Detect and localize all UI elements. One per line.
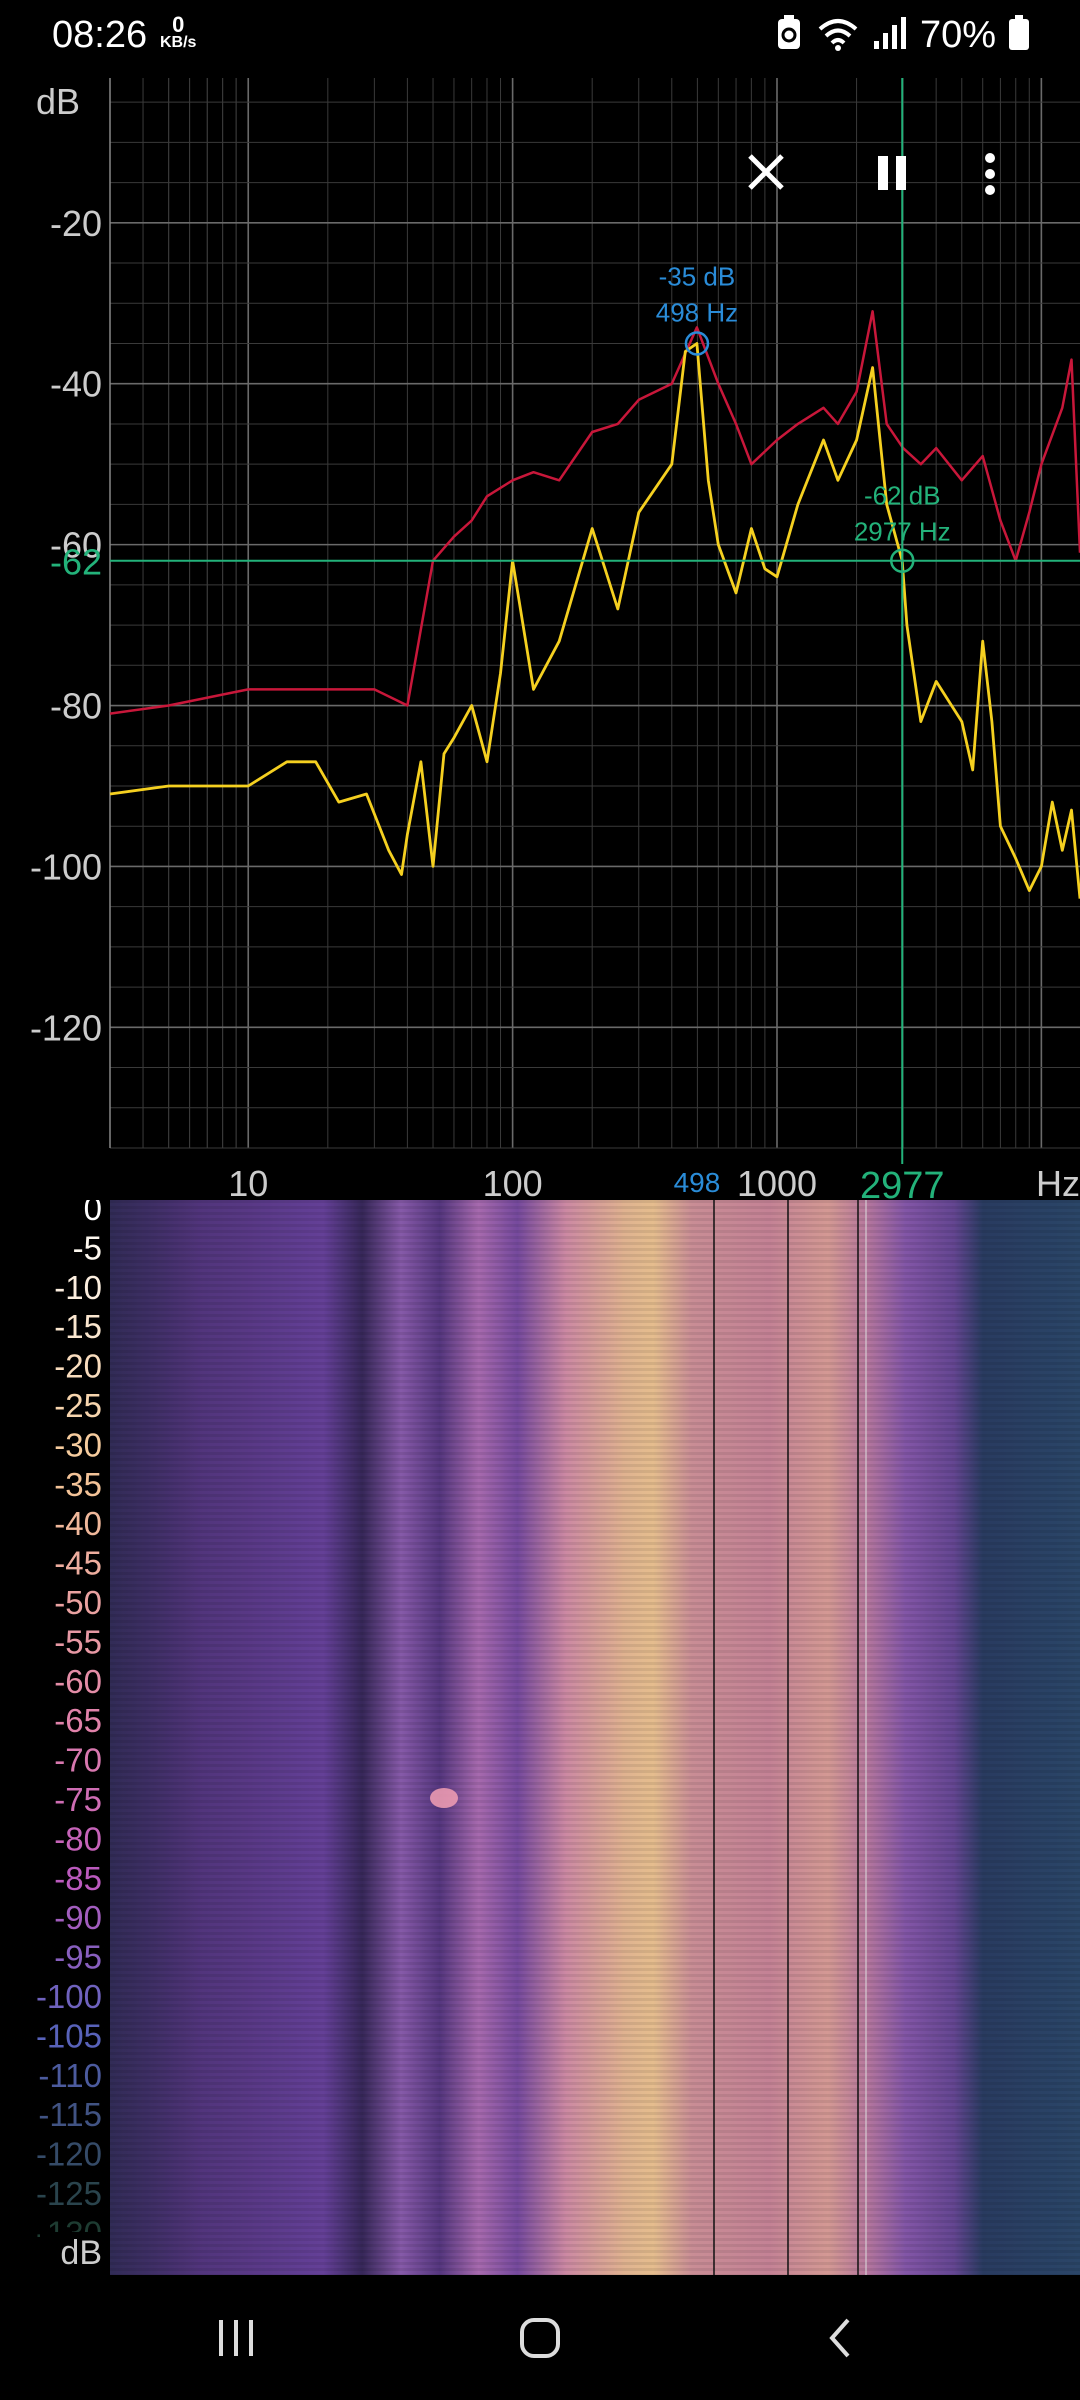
spectrogram-scale-label: -25 xyxy=(54,1387,102,1424)
spectrogram-scale-label: -65 xyxy=(54,1702,102,1739)
battery-percent: 70% xyxy=(919,14,996,56)
peak-hz-label: 498 Hz xyxy=(656,297,738,327)
spectrogram-scale-label: -110 xyxy=(38,2057,102,2094)
spectrogram-scale-label: -20 xyxy=(54,1348,102,1385)
grid xyxy=(109,78,1080,1149)
y-tick-label: -40 xyxy=(50,364,102,405)
y-tick-label: -100 xyxy=(30,846,102,887)
battery-saver-icon xyxy=(774,15,804,56)
recent-apps-icon xyxy=(214,2316,258,2365)
y-tick-label: -20 xyxy=(50,203,102,244)
home-icon xyxy=(516,2314,564,2367)
back-icon xyxy=(820,2314,860,2367)
spectrum-plot[interactable]: dB-20-40-60-80-100-120-6210100100010000H… xyxy=(0,78,1080,1200)
network-speed: 0 KB/s xyxy=(160,12,197,52)
network-speed-unit: KB/s xyxy=(160,34,197,51)
spectrogram-scale-label: -125 xyxy=(36,2175,102,2212)
spectrogram-scale-label: -5 xyxy=(73,1229,102,1266)
spectrogram-scale-label: -120 xyxy=(36,2136,102,2173)
x-tick-label: 1000 xyxy=(737,1163,817,1200)
y-tick-label: -80 xyxy=(50,686,102,727)
spectrogram-scale-label: -90 xyxy=(54,1899,102,1936)
spectrogram-scale-label: -105 xyxy=(36,2017,102,2054)
spectrogram-scale-label: -80 xyxy=(54,1820,102,1857)
cursor-hz-label: 2977 Hz xyxy=(854,517,951,547)
spectrogram-scale-label: -35 xyxy=(54,1466,102,1503)
spectrogram-scale-label: -15 xyxy=(54,1308,102,1345)
spectrogram-scale-label: -40 xyxy=(54,1505,102,1542)
y-unit-label: dB xyxy=(36,81,80,122)
more-options-button[interactable] xyxy=(982,150,1062,230)
spectrogram-scale-label: -45 xyxy=(54,1545,102,1582)
spectrum-chart[interactable]: dB-20-40-60-80-100-120-6210100100010000H… xyxy=(0,78,1080,1200)
x-unit-label: Hz xyxy=(1036,1163,1080,1200)
spectrogram-scale-label: -55 xyxy=(54,1623,102,1660)
spectrogram-scale-label: 0 xyxy=(84,1200,102,1227)
spectrogram-scale-label: -95 xyxy=(54,1939,102,1976)
navigation-bar xyxy=(0,2275,1080,2400)
peak-db-label: -35 dB xyxy=(659,261,736,291)
cursor-db-label: -62 dB xyxy=(864,481,941,511)
spectrogram-spot xyxy=(430,1788,458,1808)
close-button[interactable] xyxy=(744,150,824,230)
signal-icon xyxy=(872,15,908,56)
spectrogram-scale-label: -10 xyxy=(54,1269,102,1306)
x-tick-label: 10 xyxy=(228,1163,268,1200)
home-button[interactable] xyxy=(490,2305,590,2375)
spectrogram-scale-label: -30 xyxy=(54,1426,102,1463)
wifi-icon xyxy=(816,15,860,56)
spectrogram-scale-label: -60 xyxy=(54,1663,102,1700)
recent-apps-button[interactable] xyxy=(186,2305,286,2375)
back-button[interactable] xyxy=(790,2305,890,2375)
spectrogram-plot[interactable]: 0-5-10-15-20-25-30-35-40-45-50-55-60-65-… xyxy=(0,1190,1080,2275)
spectrogram-scale-label: -85 xyxy=(54,1860,102,1897)
status-bar: 08:26 0 KB/s 70% xyxy=(0,0,1080,78)
y-tick-label: -120 xyxy=(30,1007,102,1048)
spectrogram-scale-label: -50 xyxy=(54,1584,102,1621)
peak-axis-label: 498 xyxy=(674,1167,721,1198)
x-tick-label: 100 xyxy=(483,1163,543,1200)
network-speed-value: 0 xyxy=(172,12,185,37)
cursor-axis-label: 2977 xyxy=(860,1165,945,1200)
status-time: 08:26 xyxy=(52,14,148,56)
pause-button[interactable] xyxy=(872,150,952,230)
spectrogram[interactable]: 0 -5 -10 -15 -20 -25 -30 -35 -40 -45 -50 -55 -60 -65-… xyxy=(0,1190,1080,2275)
status-icons: 70% xyxy=(774,14,1030,57)
battery-icon xyxy=(1008,15,1030,56)
spectrogram-scale-label: -75 xyxy=(54,1781,102,1818)
spectrogram-unit-label: dB xyxy=(60,2234,102,2272)
spectrogram-scale-label: -70 xyxy=(54,1742,102,1779)
cursor-y-label: -62 xyxy=(50,542,102,583)
spectrogram-scale-label: -100 xyxy=(36,1978,102,2015)
spectrogram-scale-label: -115 xyxy=(38,2096,102,2133)
